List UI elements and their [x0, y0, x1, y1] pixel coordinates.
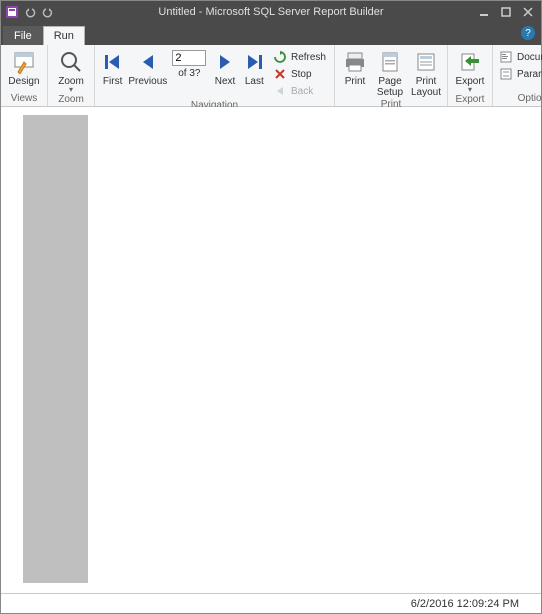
page-thumbnail-strip [23, 115, 88, 583]
title-bar: Untitled - Microsoft SQL Server Report B… [1, 1, 541, 23]
page-setup-button[interactable]: PageSetup [373, 48, 407, 98]
group-zoom: Zoom ▾ Zoom [48, 45, 95, 106]
ribbon: Design Views Zoom ▾ Zoom First [1, 45, 541, 107]
stop-icon [273, 67, 287, 81]
group-export-label: Export [448, 93, 492, 107]
group-print: Print PageSetup PrintLayout Print [335, 45, 448, 106]
window-buttons [477, 5, 541, 19]
parameters-label: Parameters [517, 69, 542, 80]
group-views: Design Views [1, 45, 48, 106]
last-button[interactable]: Last [241, 48, 268, 87]
previous-label: Previous [128, 76, 167, 87]
zoom-button[interactable]: Zoom ▾ [52, 48, 90, 93]
group-options-label: Options [493, 92, 542, 106]
refresh-icon [273, 50, 287, 64]
print-layout-button[interactable]: PrintLayout [409, 48, 443, 98]
first-label: First [103, 76, 122, 87]
previous-button[interactable]: Previous [128, 48, 167, 87]
back-button: Back [273, 83, 330, 99]
design-button[interactable]: Design [5, 48, 43, 87]
first-button[interactable]: First [99, 48, 126, 87]
quick-access-toolbar [1, 5, 55, 19]
zoom-icon [59, 50, 83, 74]
document-map-button[interactable]: Document [499, 49, 542, 65]
undo-icon[interactable] [23, 5, 37, 19]
tab-file[interactable]: File [3, 26, 43, 45]
stop-label: Stop [291, 69, 312, 80]
back-icon [273, 84, 287, 98]
ribbon-tabs: File Run ? [1, 23, 541, 45]
document-map-icon [499, 50, 513, 64]
help-icon[interactable]: ? [521, 26, 535, 40]
design-icon [12, 50, 36, 74]
app-icon [5, 5, 19, 19]
tab-run[interactable]: Run [43, 26, 85, 45]
parameters-button[interactable]: Parameters [499, 66, 542, 82]
print-layout-icon [414, 50, 438, 74]
refresh-label: Refresh [291, 52, 326, 63]
status-bar: 6/2/2016 12:09:24 PM [1, 593, 541, 613]
next-button[interactable]: Next [211, 48, 238, 87]
page-of-label: of 3? [178, 68, 200, 79]
print-layout-label: PrintLayout [411, 76, 441, 98]
refresh-button[interactable]: Refresh [273, 49, 330, 65]
stop-button[interactable]: Stop [273, 66, 330, 82]
next-icon [213, 50, 237, 74]
group-options: Document Parameters Options [493, 45, 542, 106]
minimize-button[interactable] [477, 5, 491, 19]
page-setup-label: PageSetup [377, 76, 403, 98]
print-label: Print [345, 76, 366, 87]
close-button[interactable] [521, 5, 535, 19]
first-icon [101, 50, 125, 74]
page-setup-icon [378, 50, 402, 74]
window-title: Untitled - Microsoft SQL Server Report B… [1, 6, 541, 18]
page-input-wrap: of 3? [172, 50, 206, 79]
group-views-label: Views [1, 92, 47, 106]
group-export: Export ▾ Export [448, 45, 493, 106]
maximize-button[interactable] [499, 5, 513, 19]
last-label: Last [245, 76, 264, 87]
redo-icon[interactable] [41, 5, 55, 19]
export-icon [458, 50, 482, 74]
report-canvas[interactable] [1, 107, 541, 593]
parameters-icon [499, 67, 513, 81]
next-label: Next [215, 76, 236, 87]
options-small-buttons: Document Parameters [499, 49, 542, 82]
print-button[interactable]: Print [339, 48, 371, 87]
document-map-label: Document [517, 52, 542, 63]
status-datetime: 6/2/2016 12:09:24 PM [411, 598, 519, 610]
export-button[interactable]: Export ▾ [452, 48, 488, 93]
page-input[interactable] [172, 50, 206, 66]
group-zoom-label: Zoom [48, 93, 94, 107]
group-navigation: First Previous of 3? Next [95, 45, 335, 106]
print-icon [343, 50, 367, 74]
previous-icon [136, 50, 160, 74]
back-label: Back [291, 86, 313, 97]
design-label: Design [8, 76, 39, 87]
nav-small-buttons: Refresh Stop Back [273, 49, 330, 99]
last-icon [242, 50, 266, 74]
